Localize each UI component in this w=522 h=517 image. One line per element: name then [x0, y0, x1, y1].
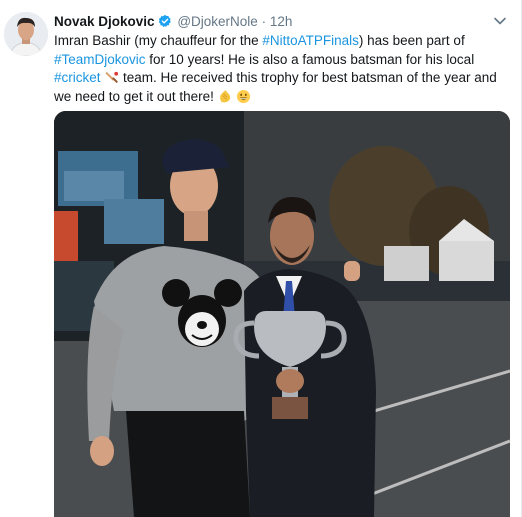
tweet-text-part2: ) has been part of	[358, 33, 465, 48]
author-name[interactable]: Novak Djokovic	[54, 14, 155, 29]
author-avatar[interactable]	[4, 12, 48, 56]
hashtag-cricket[interactable]: #cricket	[54, 70, 101, 85]
clapping-hands-emoji	[219, 90, 230, 102]
tweet-text-part4: team. He received this trophy for best b…	[54, 70, 497, 104]
author-handle[interactable]: @DjokerNole	[177, 14, 257, 29]
grinning-face-emoji	[237, 89, 251, 103]
header-separator: ·	[261, 14, 267, 29]
chevron-down-icon[interactable]	[493, 14, 507, 28]
photo-image	[54, 111, 510, 517]
tweet-photo[interactable]	[54, 111, 510, 517]
tweet-text-part1: Imran Bashir (my chauffeur for the	[54, 33, 263, 48]
hashtag-nittoatpfinals[interactable]: #NittoATPFinals	[262, 33, 359, 48]
tweet-text: Imran Bashir (my chauffeur for the #Nitt…	[54, 32, 510, 106]
tweet-text-part3: for 10 years! He is also a famous batsma…	[145, 51, 475, 67]
tweet-card[interactable]: Novak Djokovic @DjokerNole · 12h Imran B…	[0, 0, 522, 517]
avatar-image	[4, 12, 48, 56]
verified-badge-icon	[158, 14, 171, 28]
tweet-header: Novak Djokovic @DjokerNole · 12h	[54, 13, 481, 31]
cricket-bat-emoji	[105, 71, 119, 83]
tweet-timestamp[interactable]: 12h	[270, 14, 293, 29]
hashtag-teamdjokovic[interactable]: #TeamDjokovic	[54, 52, 146, 67]
